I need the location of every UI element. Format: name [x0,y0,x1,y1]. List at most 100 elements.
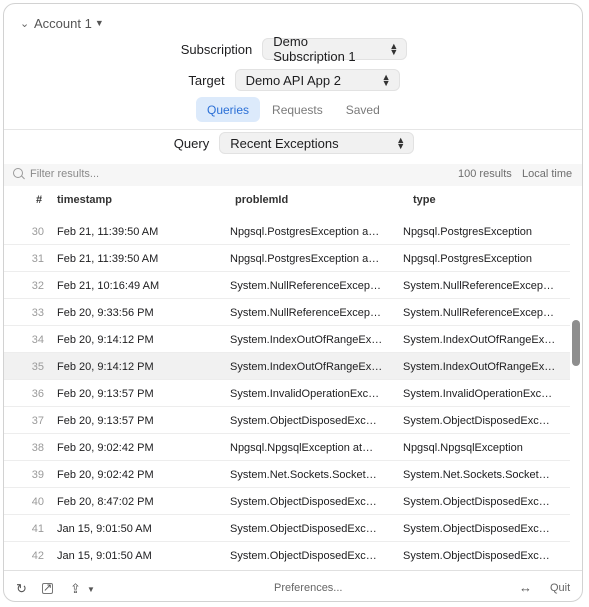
tab-saved[interactable]: Saved [335,97,391,122]
column-header-timestamp[interactable]: timestamp [57,194,112,206]
row-problemid: System.ObjectDisposedExc… [230,496,377,508]
table-row[interactable]: 30 Feb 21, 11:39:50 AM Npgsql.PostgresEx… [4,218,570,245]
row-type: System.ObjectDisposedExc… [403,550,550,562]
row-type: System.Net.Sockets.Socket… [403,469,550,481]
target-row: Target Demo API App 2 ▲ ▼ [4,69,582,91]
row-timestamp: Feb 20, 9:13:57 PM [57,415,154,427]
open-external-icon[interactable]: ↗ [42,583,53,594]
row-type: System.IndexOutOfRangeEx… [403,334,556,346]
row-number: 34 [31,334,44,346]
row-problemid: System.Net.Sockets.Socket… [230,469,377,481]
table-row[interactable]: 31 Feb 21, 11:39:50 AM Npgsql.PostgresEx… [4,245,570,272]
table-row[interactable]: 40 Feb 20, 8:47:02 PM System.ObjectDispo… [4,488,570,515]
row-timestamp: Feb 21, 11:39:50 AM [57,253,159,265]
row-type: Npgsql.PostgresException [403,226,533,238]
column-header-num[interactable]: # [36,194,42,206]
table-row[interactable]: 38 Feb 20, 9:02:42 PM Npgsql.NpgsqlExcep… [4,434,570,461]
row-problemid: System.InvalidOperationExc… [230,388,380,400]
table-row[interactable]: 34 Feb 20, 9:14:12 PM System.IndexOutOfR… [4,326,570,353]
subscription-label: Subscription [180,41,253,57]
tab-queries[interactable]: Queries [196,97,261,122]
updown-chevron-icon: ▲ ▼ [396,135,406,151]
chevron-down-icon[interactable]: ⌄ [20,17,34,30]
timezone-toggle[interactable]: Local time [522,168,572,180]
filter-bar: Filter results... 100 results Local time [4,164,582,186]
row-number: 31 [31,253,44,265]
row-timestamp: Feb 20, 9:02:42 PM [57,469,154,481]
target-value: Demo API App 2 [245,72,341,88]
footer-bar: ↻ ↗ ⇪ ▼ Preferences... ↔ Quit [4,570,582,601]
row-problemid: System.ObjectDisposedExc… [230,415,377,427]
column-header-problemid[interactable]: problemId [235,194,288,206]
scrollbar-thumb[interactable] [572,320,580,366]
table-row[interactable]: 41 Jan 15, 9:01:50 AM System.ObjectDispo… [4,515,570,542]
account-selector[interactable]: ⌄ Account 1 ▼ [20,14,104,32]
row-timestamp: Jan 15, 9:01:50 AM [57,550,152,562]
table-row[interactable]: 42 Jan 15, 9:01:50 AM System.ObjectDispo… [4,542,570,568]
target-label: Target [188,72,225,88]
row-timestamp: Feb 21, 10:16:49 AM [57,280,160,292]
tab-requests[interactable]: Requests [261,97,334,122]
caret-down-icon: ▼ [94,18,104,28]
divider [4,129,582,130]
row-number: 38 [31,442,44,454]
row-number: 30 [31,226,44,238]
table-row[interactable]: 36 Feb 20, 9:13:57 PM System.InvalidOper… [4,380,570,407]
row-type: Npgsql.PostgresException [403,253,533,265]
row-number: 33 [31,307,44,319]
row-problemid: System.IndexOutOfRangeEx… [230,334,383,346]
row-timestamp: Feb 20, 9:02:42 PM [57,442,154,454]
resize-arrows-icon[interactable]: ↔ [519,580,532,595]
table-row[interactable]: 37 Feb 20, 9:13:57 PM System.ObjectDispo… [4,407,570,434]
row-problemid: Npgsql.PostgresException a… [230,226,380,238]
row-problemid: System.NullReferenceExcep… [230,307,382,319]
row-problemid: System.IndexOutOfRangeEx… [230,361,383,373]
row-type: Npgsql.NpgsqlException [403,442,523,454]
row-timestamp: Feb 20, 9:14:12 PM [57,334,154,346]
result-count: 100 results [458,168,512,180]
row-type: System.IndexOutOfRangeEx… [403,361,556,373]
row-number: 35 [31,361,44,373]
search-icon [13,168,23,178]
filter-input[interactable]: Filter results... [30,168,99,180]
share-icon[interactable]: ⇪ [70,581,81,597]
table-row[interactable]: 33 Feb 20, 9:33:56 PM System.NullReferen… [4,299,570,326]
row-timestamp: Feb 20, 9:13:57 PM [57,388,154,400]
row-type: System.ObjectDisposedExc… [403,523,550,535]
refresh-icon[interactable]: ↻ [16,581,27,597]
table-row-selected[interactable]: 35 Feb 20, 9:14:12 PM System.IndexOutOfR… [4,353,570,380]
row-timestamp: Feb 20, 9:14:12 PM [57,361,154,373]
view-tabs: Queries Requests Saved [196,97,392,122]
row-number: 40 [31,496,44,508]
row-number: 32 [31,280,44,292]
table-row[interactable]: 39 Feb 20, 9:02:42 PM System.Net.Sockets… [4,461,570,488]
row-number: 42 [31,550,44,562]
table-scrollbar[interactable] [570,218,580,564]
row-timestamp: Jan 15, 9:01:50 AM [57,523,152,535]
row-type: System.ObjectDisposedExc… [403,415,550,427]
table-header: # timestamp problemId type [4,190,582,212]
results-table: 30 Feb 21, 11:39:50 AM Npgsql.PostgresEx… [4,218,582,568]
query-row: Query Recent Exceptions ▲ ▼ [4,132,582,154]
row-type: System.ObjectDisposedExc… [403,496,550,508]
row-number: 36 [31,388,44,400]
subscription-popup[interactable]: Demo Subscription 1 ▲ ▼ [262,34,408,64]
quit-button[interactable]: Quit [550,582,570,594]
column-header-type[interactable]: type [413,194,436,206]
row-type: System.NullReferenceExcep… [403,307,555,319]
query-value: Recent Exceptions [230,135,339,151]
row-problemid: Npgsql.NpgsqlException at… [230,442,374,454]
preferences-button[interactable]: Preferences... [274,582,342,594]
chevron-down-icon[interactable]: ▼ [87,585,95,594]
updown-chevron-icon: ▲ ▼ [381,72,391,88]
target-popup[interactable]: Demo API App 2 ▲ ▼ [234,69,400,91]
row-problemid: System.NullReferenceExcep… [230,280,382,292]
query-popup[interactable]: Recent Exceptions ▲ ▼ [219,132,415,154]
query-label: Query [173,135,210,151]
row-problemid: System.ObjectDisposedExc… [230,523,377,535]
table-row[interactable]: 32 Feb 21, 10:16:49 AM System.NullRefere… [4,272,570,299]
row-problemid: Npgsql.PostgresException a… [230,253,380,265]
subscription-value: Demo Subscription 1 [273,34,356,64]
row-timestamp: Feb 20, 8:47:02 PM [57,496,154,508]
row-type: System.InvalidOperationExc… [403,388,553,400]
